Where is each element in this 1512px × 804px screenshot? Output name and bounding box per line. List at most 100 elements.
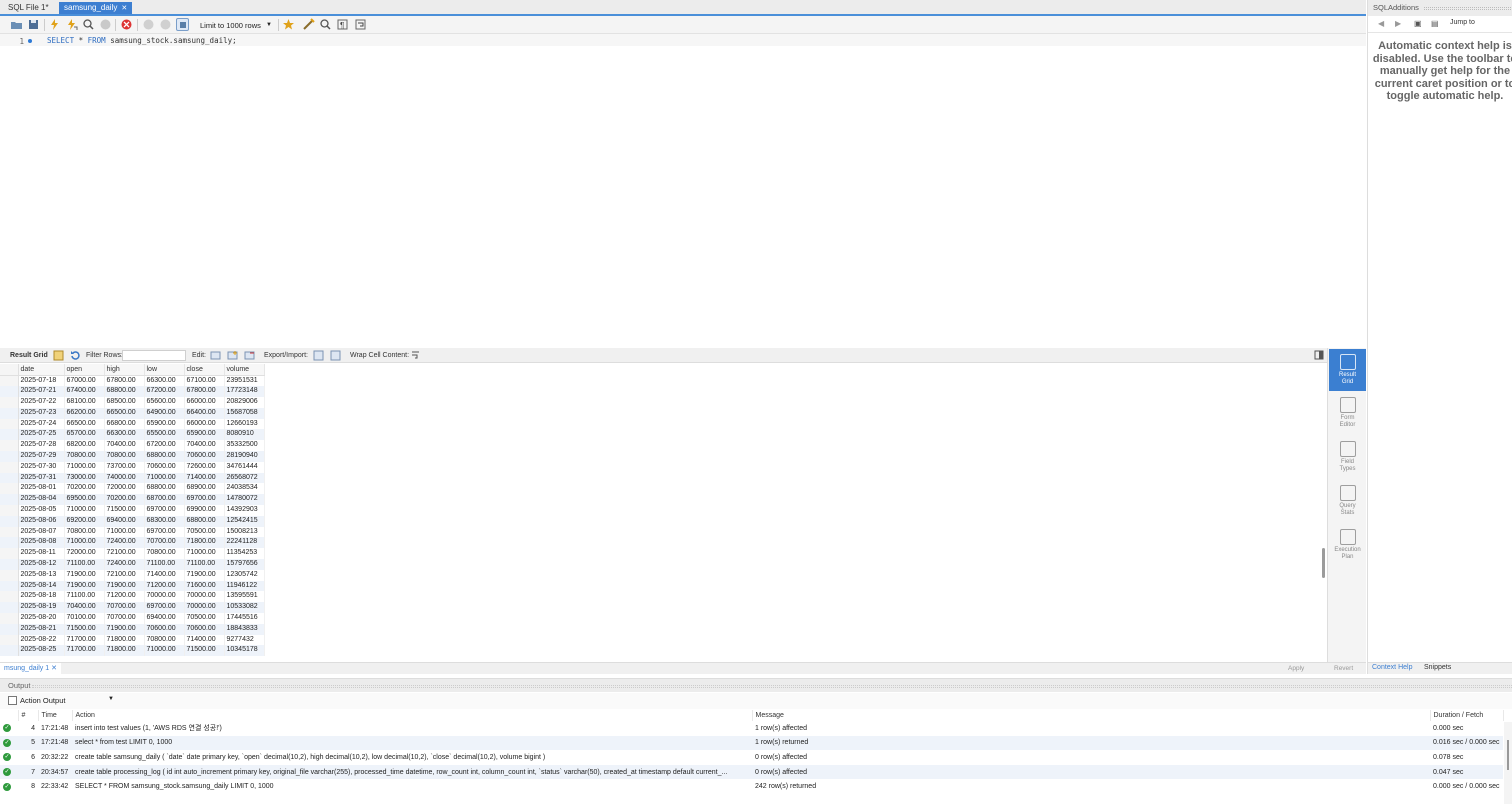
table-cell[interactable]: 71000.00 xyxy=(144,645,185,657)
row-header[interactable] xyxy=(0,559,19,570)
table-cell[interactable]: 2025-08-13 xyxy=(18,569,65,581)
table-cell[interactable]: 23951531 xyxy=(224,375,265,387)
row-header[interactable] xyxy=(0,591,19,603)
delete-row-icon[interactable] xyxy=(244,350,255,361)
table-cell[interactable]: 66500.00 xyxy=(64,418,105,430)
table-row[interactable]: 2025-08-05 71000.00 71500.00 69700.00 69900.… xyxy=(0,505,265,516)
table-row[interactable]: 2025-08-12 71100.00 72400.00 71100.00 71100.… xyxy=(0,559,265,570)
table-cell[interactable]: 72100.00 xyxy=(104,548,145,560)
table-cell[interactable]: 67400.00 xyxy=(64,386,105,398)
table-cell[interactable]: 71100.00 xyxy=(64,591,105,603)
column-header[interactable]: Message xyxy=(752,710,1431,721)
tab-context-help[interactable]: Context Help xyxy=(1372,664,1412,671)
row-header[interactable] xyxy=(0,505,19,516)
open-file-icon[interactable] xyxy=(10,18,23,31)
table-cell[interactable]: 70200.00 xyxy=(104,494,145,506)
column-header[interactable]: date xyxy=(18,364,65,376)
table-cell[interactable]: 71400.00 xyxy=(184,634,225,646)
row-header[interactable] xyxy=(0,407,19,419)
table-row[interactable]: 2025-07-21 67400.00 68800.00 67200.00 67800.… xyxy=(0,386,265,398)
table-cell[interactable]: 2025-08-18 xyxy=(18,591,65,603)
table-cell[interactable]: 2025-08-01 xyxy=(18,483,65,495)
table-cell[interactable]: 2025-08-14 xyxy=(18,580,65,592)
table-cell[interactable]: 65900.00 xyxy=(184,429,225,441)
output-row[interactable]: ✓ 5 17:21:48 select * from test LIMIT 0, 10… xyxy=(0,735,1503,751)
row-header[interactable] xyxy=(0,386,19,398)
table-cell[interactable]: 71600.00 xyxy=(184,580,225,592)
table-cell[interactable]: 71200.00 xyxy=(144,580,185,592)
table-cell[interactable]: 71000.00 xyxy=(64,461,105,473)
table-cell[interactable]: 72600.00 xyxy=(184,461,225,473)
output-row[interactable]: ✓ 6 20:32:22 create table samsung_daily ( `… xyxy=(0,750,1503,765)
row-header[interactable] xyxy=(0,580,19,592)
table-cell[interactable]: 68700.00 xyxy=(144,494,185,506)
table-cell[interactable]: 11354253 xyxy=(224,548,265,560)
table-cell[interactable]: 68300.00 xyxy=(144,515,185,527)
row-header[interactable] xyxy=(0,429,19,441)
table-cell[interactable]: 12305742 xyxy=(224,569,265,581)
table-cell[interactable]: 70500.00 xyxy=(184,526,225,538)
jump-to-select[interactable]: Jump to xyxy=(1450,19,1475,26)
table-cell[interactable]: 66500.00 xyxy=(104,407,145,419)
table-cell[interactable]: 70600.00 xyxy=(184,623,225,635)
save-icon[interactable] xyxy=(27,18,40,31)
find-icon[interactable] xyxy=(319,18,332,31)
table-cell[interactable]: 71200.00 xyxy=(104,591,145,603)
add-snippet-icon[interactable] xyxy=(282,18,295,31)
import-icon[interactable] xyxy=(330,350,341,361)
table-row[interactable]: 2025-07-29 70800.00 70800.00 68800.00 70600.… xyxy=(0,451,265,462)
table-cell[interactable]: 71500.00 xyxy=(104,505,145,516)
table-cell[interactable]: 70800.00 xyxy=(64,451,105,462)
table-cell[interactable]: 64900.00 xyxy=(144,407,185,419)
table-cell[interactable]: 66800.00 xyxy=(104,418,145,430)
table-cell[interactable]: 65700.00 xyxy=(64,429,105,441)
grid-scrollbar[interactable] xyxy=(1322,548,1325,578)
table-cell[interactable]: 71800.00 xyxy=(104,645,145,657)
table-cell[interactable]: 2025-08-11 xyxy=(18,548,65,560)
table-row[interactable]: 2025-07-24 66500.00 66800.00 65900.00 66000.… xyxy=(0,418,265,430)
table-cell[interactable]: 9277432 xyxy=(224,634,265,646)
table-cell[interactable]: 65900.00 xyxy=(144,418,185,430)
output-row[interactable]: ✓ 8 22:33:42 SELECT * FROM samsung_stock.sa… xyxy=(0,779,1503,794)
table-cell[interactable]: 2025-07-25 xyxy=(18,429,65,441)
table-row[interactable]: 2025-08-07 70800.00 71000.00 69700.00 70500.… xyxy=(0,526,265,538)
table-cell[interactable]: 2025-08-20 xyxy=(18,613,65,624)
row-header[interactable] xyxy=(0,548,19,560)
table-cell[interactable]: 72100.00 xyxy=(104,569,145,581)
table-cell[interactable]: 17723148 xyxy=(224,386,265,398)
row-header[interactable] xyxy=(0,440,19,452)
column-header[interactable]: low xyxy=(144,364,185,376)
row-header[interactable] xyxy=(0,569,19,581)
apply-button[interactable]: Apply xyxy=(1280,664,1312,674)
column-header[interactable]: high xyxy=(104,364,145,376)
commit-icon[interactable] xyxy=(142,18,155,31)
row-header[interactable] xyxy=(0,645,19,657)
table-cell[interactable]: 70400.00 xyxy=(104,440,145,452)
table-cell[interactable]: 69400.00 xyxy=(144,613,185,624)
table-cell[interactable]: 15008213 xyxy=(224,526,265,538)
table-cell[interactable]: 73700.00 xyxy=(104,461,145,473)
table-row[interactable]: 2025-07-18 67000.00 67800.00 66300.00 67100.… xyxy=(0,375,265,387)
table-cell[interactable]: 66400.00 xyxy=(184,407,225,419)
table-cell[interactable]: 67100.00 xyxy=(184,375,225,387)
column-header[interactable]: Time xyxy=(38,710,73,721)
row-header[interactable] xyxy=(0,537,19,549)
tab-samsung-daily[interactable]: samsung_daily ✕ xyxy=(59,2,133,14)
table-cell[interactable]: 67200.00 xyxy=(144,440,185,452)
auto-help-icon[interactable]: ▤ xyxy=(1431,19,1439,28)
column-header[interactable]: volume xyxy=(224,364,265,376)
back-icon[interactable]: ◀ xyxy=(1378,19,1384,28)
output-row[interactable]: ✓ 7 20:34:57 create table processing_log ( … xyxy=(0,764,1503,780)
table-cell[interactable]: 70400.00 xyxy=(184,440,225,452)
sql-editor[interactable]: 1 SELECT * FROM samsung_stock.samsung_da… xyxy=(0,34,1366,346)
table-row[interactable]: 2025-07-23 66200.00 66500.00 64900.00 66400.… xyxy=(0,407,265,419)
table-cell[interactable]: 14392903 xyxy=(224,505,265,516)
table-cell[interactable]: 68100.00 xyxy=(64,397,105,408)
table-cell[interactable]: 20829006 xyxy=(224,397,265,408)
column-header[interactable]: close xyxy=(184,364,225,376)
edit-row-icon[interactable] xyxy=(210,350,221,361)
table-cell[interactable]: 70800.00 xyxy=(64,526,105,538)
table-cell[interactable]: 65500.00 xyxy=(144,429,185,441)
row-header[interactable] xyxy=(0,451,19,462)
table-row[interactable]: 2025-08-01 70200.00 72000.00 68800.00 68900.… xyxy=(0,483,265,495)
